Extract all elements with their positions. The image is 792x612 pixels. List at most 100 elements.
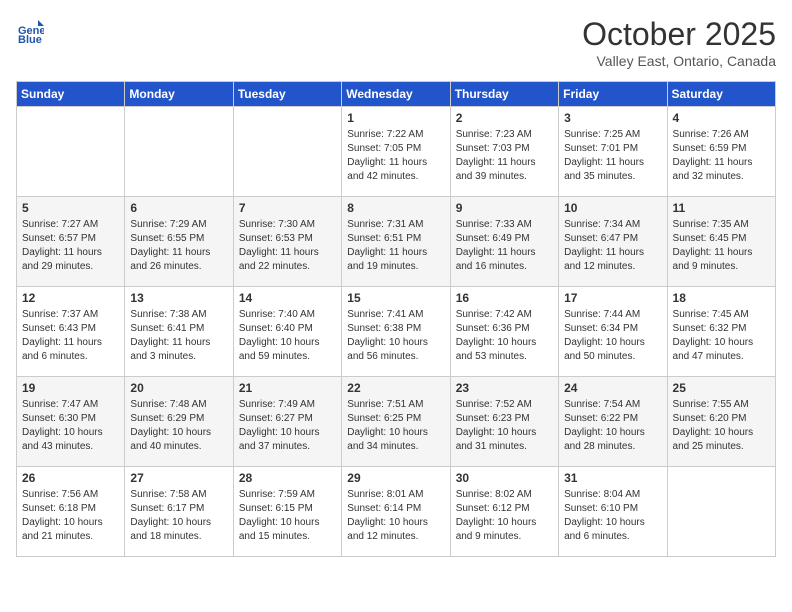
cell-info: Sunrise: 7:30 AMSunset: 6:53 PMDaylight:… xyxy=(239,218,336,274)
calendar-cell: 1Sunrise: 7:22 AMSunset: 7:05 PMDaylight… xyxy=(342,107,450,197)
day-number: 15 xyxy=(347,291,444,305)
calendar-cell: 9 Sunrise: 7:33 AMSunset: 6:49 PMDaylight… xyxy=(450,197,558,287)
calendar-cell: 25Sunrise: 7:55 AMSunset: 6:20 PMDayligh… xyxy=(667,377,775,467)
calendar-cell: 13Sunrise: 7:38 AMSunset: 6:41 PMDayligh… xyxy=(125,287,233,377)
calendar-cell: 30Sunrise: 8:02 AMSunset: 6:12 PMDayligh… xyxy=(450,467,558,557)
week-row-4: 19 Sunrise: 7:47 AMSunset: 6:30 PMDayligh… xyxy=(17,377,776,467)
cell-info: Sunrise: 7:41 AMSunset: 6:38 PMDaylight:… xyxy=(347,308,444,364)
day-number: 20 xyxy=(130,381,227,395)
cell-info: Sunrise: 7:35 AMSunset: 6:45 PMDaylight:… xyxy=(673,218,770,274)
day-number: 3 xyxy=(564,111,661,125)
month-title: October 2025 xyxy=(582,16,776,53)
cell-info: Sunrise: 8:01 AMSunset: 6:14 PMDaylight:… xyxy=(347,488,444,544)
calendar-cell: 29 Sunrise: 8:01 AMSunset: 6:14 PMDayligh… xyxy=(342,467,450,557)
cell-info: Sunrise: 7:52 AMSunset: 6:23 PMDaylight:… xyxy=(456,398,553,454)
cell-info: Sunrise: 7:31 AMSunset: 6:51 PMDaylight:… xyxy=(347,218,444,274)
title-block: October 2025 Valley East, Ontario, Canad… xyxy=(582,16,776,69)
cell-info: Sunrise: 7:55 AMSunset: 6:20 PMDaylight:… xyxy=(673,398,770,454)
day-number: 22 xyxy=(347,381,444,395)
cell-info: Sunrise: 7:40 AMSunset: 6:40 PMDaylight:… xyxy=(239,308,336,364)
cell-info: Sunrise: 7:58 AMSunset: 6:17 PMDaylight:… xyxy=(130,488,227,544)
calendar-cell: 18 Sunrise: 7:45 AMSunset: 6:32 PMDayligh… xyxy=(667,287,775,377)
calendar-cell: 28 Sunrise: 7:59 AMSunset: 6:15 PMDayligh… xyxy=(233,467,341,557)
cell-info: Sunrise: 7:33 AMSunset: 6:49 PMDaylight:… xyxy=(456,218,553,274)
cell-info: Sunrise: 7:54 AMSunset: 6:22 PMDaylight:… xyxy=(564,398,661,454)
day-number: 16 xyxy=(456,291,553,305)
day-number: 23 xyxy=(456,381,553,395)
day-number: 4 xyxy=(673,111,770,125)
calendar-cell: 26Sunrise: 7:56 AMSunset: 6:18 PMDayligh… xyxy=(17,467,125,557)
calendar-cell: 12Sunrise: 7:37 AMSunset: 6:43 PMDayligh… xyxy=(17,287,125,377)
location-subtitle: Valley East, Ontario, Canada xyxy=(582,53,776,69)
calendar-cell: 6 Sunrise: 7:29 AMSunset: 6:55 PMDaylight… xyxy=(125,197,233,287)
day-number: 8 xyxy=(347,201,444,215)
day-number: 19 xyxy=(22,381,119,395)
calendar-cell: 21Sunrise: 7:49 AMSunset: 6:27 PMDayligh… xyxy=(233,377,341,467)
week-row-5: 26Sunrise: 7:56 AMSunset: 6:18 PMDayligh… xyxy=(17,467,776,557)
day-number: 17 xyxy=(564,291,661,305)
day-number: 1 xyxy=(347,111,444,125)
day-number: 27 xyxy=(130,471,227,485)
calendar-cell xyxy=(233,107,341,197)
cell-info: Sunrise: 7:37 AMSunset: 6:43 PMDaylight:… xyxy=(22,308,119,364)
cell-info: Sunrise: 7:25 AMSunset: 7:01 PMDaylight:… xyxy=(564,128,661,184)
day-number: 2 xyxy=(456,111,553,125)
day-number: 26 xyxy=(22,471,119,485)
day-number: 18 xyxy=(673,291,770,305)
calendar-cell: 2 Sunrise: 7:23 AMSunset: 7:03 PMDaylight… xyxy=(450,107,558,197)
day-number: 29 xyxy=(347,471,444,485)
cell-info: Sunrise: 8:02 AMSunset: 6:12 PMDaylight:… xyxy=(456,488,553,544)
day-number: 9 xyxy=(456,201,553,215)
calendar-cell: 17Sunrise: 7:44 AMSunset: 6:34 PMDayligh… xyxy=(559,287,667,377)
cell-info: Sunrise: 7:49 AMSunset: 6:27 PMDaylight:… xyxy=(239,398,336,454)
week-row-2: 5 Sunrise: 7:27 AMSunset: 6:57 PMDaylight… xyxy=(17,197,776,287)
weekday-header-saturday: Saturday xyxy=(667,82,775,107)
calendar-cell: 3 Sunrise: 7:25 AMSunset: 7:01 PMDaylight… xyxy=(559,107,667,197)
weekday-header-friday: Friday xyxy=(559,82,667,107)
svg-text:Blue: Blue xyxy=(18,34,42,44)
day-number: 28 xyxy=(239,471,336,485)
calendar-cell: 4 Sunrise: 7:26 AMSunset: 6:59 PMDaylight… xyxy=(667,107,775,197)
day-number: 10 xyxy=(564,201,661,215)
cell-info: Sunrise: 7:47 AMSunset: 6:30 PMDaylight:… xyxy=(22,398,119,454)
day-number: 6 xyxy=(130,201,227,215)
calendar-cell: 31Sunrise: 8:04 AMSunset: 6:10 PMDayligh… xyxy=(559,467,667,557)
weekday-header-monday: Monday xyxy=(125,82,233,107)
calendar-cell: 10 Sunrise: 7:34 AMSunset: 6:47 PMDayligh… xyxy=(559,197,667,287)
logo-icon: General Blue xyxy=(16,16,44,44)
day-number: 14 xyxy=(239,291,336,305)
weekday-header-thursday: Thursday xyxy=(450,82,558,107)
calendar-cell: 5 Sunrise: 7:27 AMSunset: 6:57 PMDaylight… xyxy=(17,197,125,287)
calendar-cell xyxy=(125,107,233,197)
day-number: 7 xyxy=(239,201,336,215)
day-number: 24 xyxy=(564,381,661,395)
cell-info: Sunrise: 7:27 AMSunset: 6:57 PMDaylight:… xyxy=(22,218,119,274)
day-number: 11 xyxy=(673,201,770,215)
weekday-header-row: SundayMondayTuesdayWednesdayThursdayFrid… xyxy=(17,82,776,107)
calendar-cell: 22 Sunrise: 7:51 AMSunset: 6:25 PMDayligh… xyxy=(342,377,450,467)
cell-info: Sunrise: 7:59 AMSunset: 6:15 PMDaylight:… xyxy=(239,488,336,544)
calendar-cell: 19 Sunrise: 7:47 AMSunset: 6:30 PMDayligh… xyxy=(17,377,125,467)
weekday-header-wednesday: Wednesday xyxy=(342,82,450,107)
cell-info: Sunrise: 7:34 AMSunset: 6:47 PMDaylight:… xyxy=(564,218,661,274)
cell-info: Sunrise: 7:51 AMSunset: 6:25 PMDaylight:… xyxy=(347,398,444,454)
cell-info: Sunrise: 7:45 AMSunset: 6:32 PMDaylight:… xyxy=(673,308,770,364)
calendar-table: SundayMondayTuesdayWednesdayThursdayFrid… xyxy=(16,81,776,557)
day-number: 13 xyxy=(130,291,227,305)
cell-info: Sunrise: 7:29 AMSunset: 6:55 PMDaylight:… xyxy=(130,218,227,274)
calendar-cell: 7 Sunrise: 7:30 AMSunset: 6:53 PMDaylight… xyxy=(233,197,341,287)
cell-info: Sunrise: 7:23 AMSunset: 7:03 PMDaylight:… xyxy=(456,128,553,184)
calendar-cell xyxy=(667,467,775,557)
calendar-cell: 16Sunrise: 7:42 AMSunset: 6:36 PMDayligh… xyxy=(450,287,558,377)
cell-info: Sunrise: 7:26 AMSunset: 6:59 PMDaylight:… xyxy=(673,128,770,184)
weekday-header-sunday: Sunday xyxy=(17,82,125,107)
cell-info: Sunrise: 7:48 AMSunset: 6:29 PMDaylight:… xyxy=(130,398,227,454)
week-row-1: 1Sunrise: 7:22 AMSunset: 7:05 PMDaylight… xyxy=(17,107,776,197)
calendar-cell: 8 Sunrise: 7:31 AMSunset: 6:51 PMDaylight… xyxy=(342,197,450,287)
weekday-header-tuesday: Tuesday xyxy=(233,82,341,107)
calendar-cell: 24 Sunrise: 7:54 AMSunset: 6:22 PMDayligh… xyxy=(559,377,667,467)
calendar-cell: 27 Sunrise: 7:58 AMSunset: 6:17 PMDayligh… xyxy=(125,467,233,557)
calendar-cell: 14 Sunrise: 7:40 AMSunset: 6:40 PMDayligh… xyxy=(233,287,341,377)
day-number: 5 xyxy=(22,201,119,215)
calendar-cell: 11 Sunrise: 7:35 AMSunset: 6:45 PMDayligh… xyxy=(667,197,775,287)
